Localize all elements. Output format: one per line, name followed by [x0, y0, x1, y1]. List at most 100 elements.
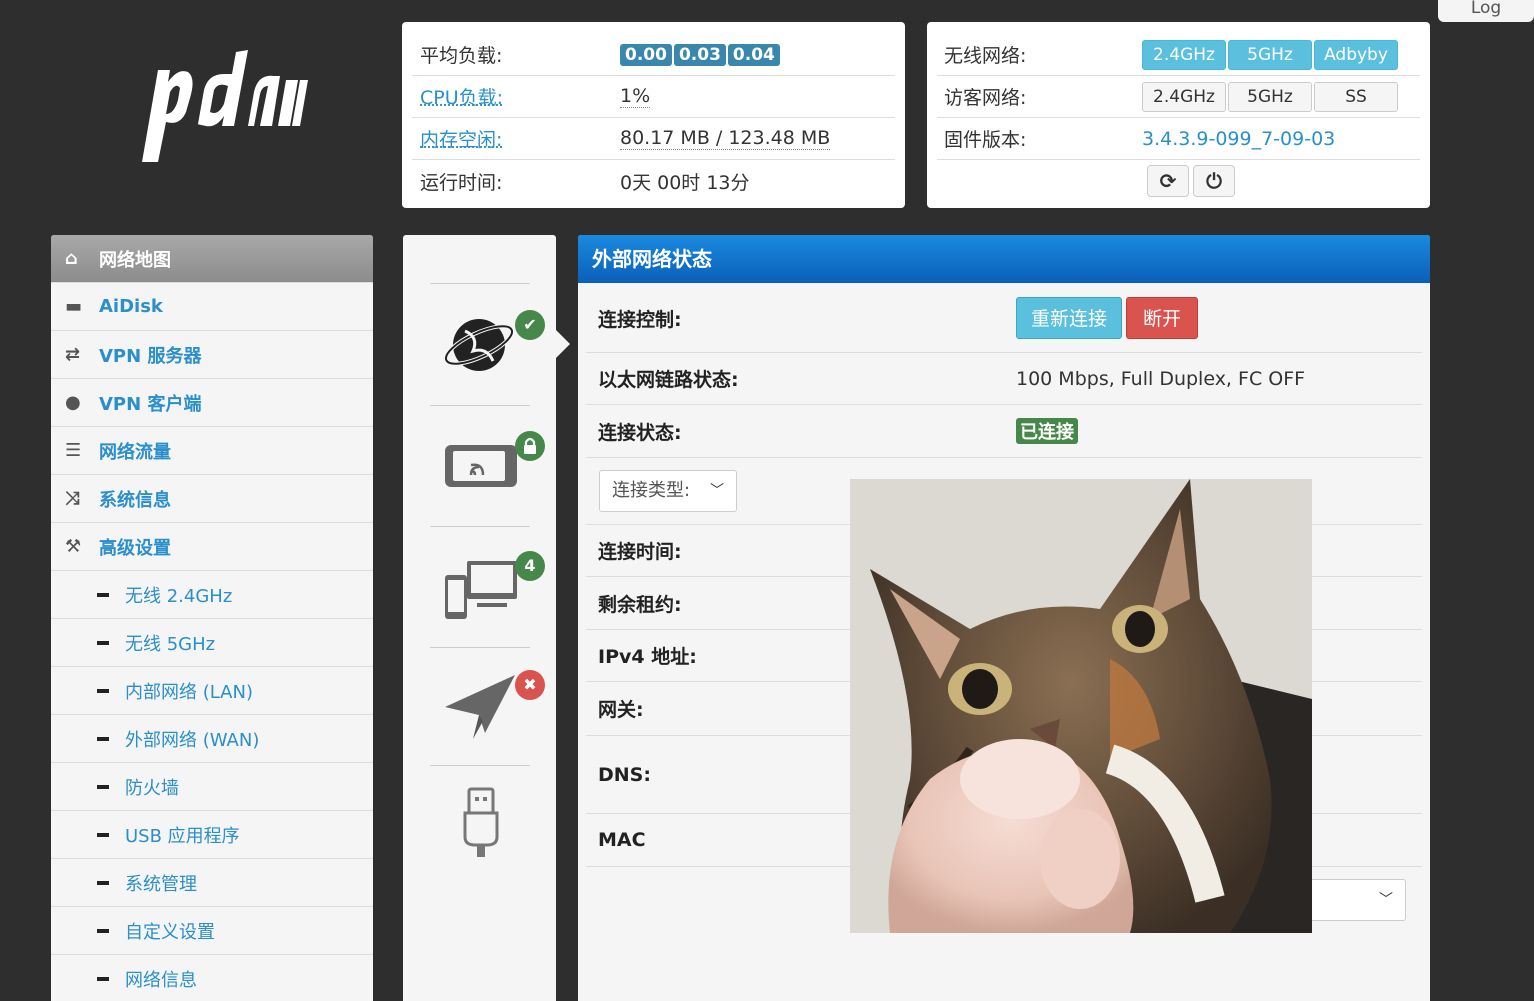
menu-item-advanced[interactable]: ⚒ 高级设置 [51, 523, 373, 571]
status-label: 连接状态: [598, 421, 682, 444]
guest-24-button[interactable]: 2.4GHz [1142, 81, 1226, 112]
submenu-label: 内部网络 (LAN) [125, 681, 253, 703]
load-5min: 0.03 [673, 44, 726, 66]
submenu-custom[interactable]: 自定义设置 [51, 907, 373, 955]
firmware-label: 固件版本: [944, 129, 1027, 151]
firmware-version-link[interactable]: 3.4.3.9-099_7-09-03 [1142, 128, 1335, 150]
menu-item-traffic[interactable]: ☰ 网络流量 [51, 427, 373, 475]
wrench-icon: ⚒ [65, 536, 82, 557]
dash-icon [97, 640, 109, 645]
load-1min: 0.00 [620, 44, 672, 66]
chevron-down-icon: ﹀ [710, 483, 724, 499]
dash-icon [97, 832, 109, 837]
wireless-client-icon[interactable] [443, 427, 519, 503]
submenu-label: USB 应用程序 [125, 825, 240, 847]
ss-button[interactable]: SS [1314, 81, 1398, 112]
control-row: 连接控制: 重新连接 断开 [586, 284, 1422, 353]
action-icons-row: ⟳ ⏻ [937, 160, 1420, 202]
paper-plane-icon[interactable] [443, 667, 519, 743]
submenu-label: 外部网络 (WAN) [125, 729, 260, 751]
menu-item-aidisk[interactable]: ▬ AiDisk [51, 283, 373, 331]
cpu-label-link[interactable]: CPU负载: [412, 83, 620, 110]
submenu-wireless-5[interactable]: 无线 5GHz [51, 619, 373, 667]
divider [430, 283, 530, 284]
dash-icon [97, 688, 109, 693]
memory-value: 80.17 MB / 123.48 MB [620, 127, 831, 150]
ethernet-label: 以太网链路状态: [598, 369, 739, 391]
submenu-network-info[interactable]: 网络信息 [51, 955, 373, 1001]
load-row: 平均负载: 0.00 0.03 0.04 [412, 34, 895, 76]
submenu-label: 网络信息 [125, 969, 197, 991]
submenu-usb-apps[interactable]: USB 应用程序 [51, 811, 373, 859]
divider [430, 405, 530, 406]
power-button[interactable]: ⏻ [1193, 165, 1235, 197]
internet-ok-check-icon: ✔ [515, 310, 545, 340]
ethernet-row: 以太网链路状态: 100 Mbps, Full Duplex, FC OFF [586, 353, 1422, 405]
status-row: 连接状态: 已连接 [586, 405, 1422, 458]
home-icon: ⌂ [65, 248, 78, 269]
dash-icon [97, 736, 109, 741]
padavan-logo [142, 50, 308, 162]
menu-item-network-map[interactable]: ⌂ 网络地图 [51, 235, 373, 283]
clients-devices-icon[interactable] [443, 553, 519, 629]
wifi-5-button[interactable]: 5GHz [1228, 39, 1312, 70]
clients-count-badge: 4 [515, 551, 545, 581]
wifi-label: 无线网络: [944, 45, 1027, 67]
hdd-icon: ▬ [65, 296, 83, 317]
usb-icon[interactable] [443, 783, 519, 859]
submenu-admin[interactable]: 系统管理 [51, 859, 373, 907]
wireless-panel: 无线网络: 2.4GHz 5GHz Adbyby 访客网络: 2.4GHz 5GHz S… [927, 22, 1430, 208]
dash-icon [97, 928, 109, 933]
guest-5-button[interactable]: 5GHz [1228, 81, 1312, 112]
menu-item-label: VPN 客户端 [99, 393, 202, 415]
submenu-label: 系统管理 [125, 873, 197, 895]
status-badge: 已连接 [1016, 418, 1078, 444]
refresh-button[interactable]: ⟳ [1147, 165, 1189, 197]
divider [430, 526, 530, 527]
uptime-row: 运行时间: 0天 00时 13分 [412, 160, 895, 202]
tasks-icon: ☰ [65, 440, 82, 461]
internet-globe-icon[interactable] [443, 307, 519, 383]
submenu-firewall[interactable]: 防火墙 [51, 763, 373, 811]
cat-pointing-photo [850, 479, 1312, 933]
menu-item-label: 高级设置 [99, 537, 171, 559]
menu-item-label: 网络地图 [99, 249, 171, 271]
load-label: 平均负载: [420, 45, 503, 67]
dash-icon [97, 880, 109, 885]
menu-item-vpn-server[interactable]: ⇄ VPN 服务器 [51, 331, 373, 379]
submenu-label: 无线 2.4GHz [125, 585, 233, 607]
adbyby-button[interactable]: Adbyby [1314, 39, 1398, 70]
disconnect-button[interactable]: 断开 [1126, 297, 1199, 339]
error-x-icon: ✖ [515, 670, 545, 700]
menu-item-label: AiDisk [99, 296, 163, 317]
chevron-down-icon: ﹀ [1379, 892, 1393, 908]
submenu-lan[interactable]: 内部网络 (LAN) [51, 667, 373, 715]
connection-type-select[interactable]: 连接类型: ﹀ [599, 470, 737, 512]
mac-select[interactable]: ﹀ [1300, 879, 1406, 921]
memory-row: 内存空闲: 80.17 MB / 123.48 MB [412, 118, 895, 160]
menu-item-label: VPN 服务器 [99, 345, 202, 367]
reconnect-button[interactable]: 重新连接 [1016, 297, 1123, 339]
load-values: 0.00 0.03 0.04 [620, 43, 782, 66]
uptime-value: 0天 00时 13分 [620, 171, 750, 194]
menu-item-label: 系统信息 [99, 489, 171, 511]
dash-icon [97, 784, 109, 789]
system-info-panel: 平均负载: 0.00 0.03 0.04 CPU负载: 1% 内存空闲: 80.17… [402, 22, 905, 208]
menu-item-system-info[interactable]: ⤨ 系统信息 [51, 475, 373, 523]
logout-button[interactable]: Log [1438, 0, 1534, 22]
menu-item-vpn-client[interactable]: ● VPN 客户端 [51, 379, 373, 427]
wifi-24-button[interactable]: 2.4GHz [1142, 39, 1226, 70]
panel-title: 外部网络状态 [578, 235, 1430, 283]
submenu-wan[interactable]: 外部网络 (WAN) [51, 715, 373, 763]
cpu-row: CPU负载: 1% [412, 76, 895, 118]
submenu-label: 防火墙 [125, 777, 179, 799]
submenu-wireless-24[interactable]: 无线 2.4GHz [51, 571, 373, 619]
random-icon: ⤨ [65, 488, 80, 509]
load-15min: 0.04 [727, 44, 780, 66]
uptime-label: 运行时间: [420, 171, 503, 194]
active-pointer-arrow [556, 330, 570, 358]
memory-label-link[interactable]: 内存空闲: [412, 125, 620, 152]
retweet-icon: ⇄ [65, 344, 81, 365]
guest-label: 访客网络: [944, 87, 1027, 109]
globe-icon: ● [65, 392, 81, 413]
